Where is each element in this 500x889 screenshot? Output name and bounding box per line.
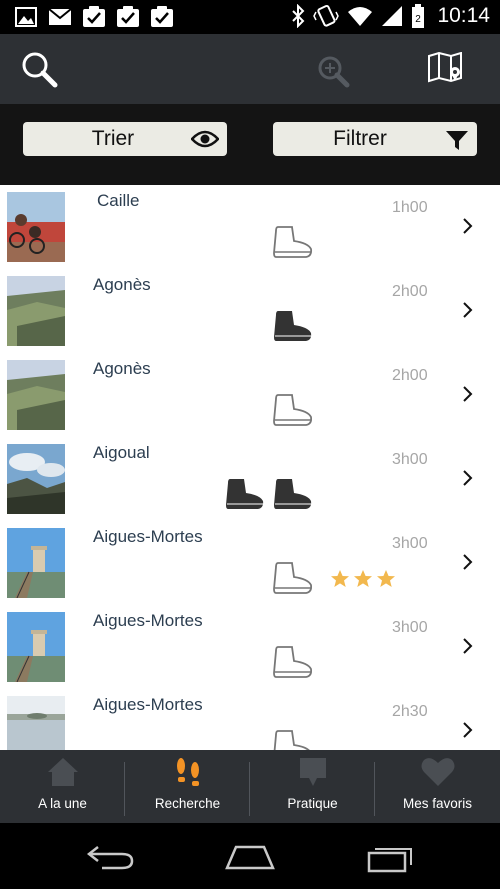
footsteps-icon — [176, 758, 199, 786]
trail-duration: 3h00 — [392, 535, 428, 552]
trail-row[interactable]: Aigues-Mortes 3h00 — [0, 605, 500, 689]
filter-button[interactable]: Filtrer — [273, 122, 477, 156]
image-icon — [15, 7, 37, 27]
trail-row[interactable]: Agonès 2h00 — [0, 269, 500, 353]
eye-icon — [191, 130, 219, 148]
trail-name: Aigoual — [93, 443, 150, 462]
tab-label: Recherche — [154, 796, 221, 811]
system-nav-bar — [0, 823, 500, 889]
trail-thumbnail — [7, 276, 65, 346]
star-icon — [331, 570, 349, 587]
boot-outline-icon — [273, 226, 313, 258]
search-icon[interactable] — [20, 50, 60, 90]
wifi-icon — [348, 7, 373, 26]
trail-row[interactable]: Aigues-Mortes 2h30 — [0, 689, 500, 750]
trail-thumbnail — [7, 360, 65, 430]
tab-label: Mes favoris — [402, 796, 473, 811]
difficulty-indicator — [272, 561, 314, 595]
trail-duration: 3h00 — [392, 451, 428, 468]
chevron-right-icon[interactable] — [462, 721, 474, 739]
trail-row[interactable]: Aigues-Mortes 3h00 — [0, 521, 500, 605]
boot-filled-icon — [274, 479, 312, 509]
trail-duration: 2h00 — [392, 367, 428, 384]
tab-recherche[interactable]: Recherche — [125, 750, 250, 823]
boot-outline-icon — [273, 646, 313, 678]
check-icon — [151, 6, 173, 27]
filter-funnel-icon — [446, 131, 468, 150]
tab-mes-favoris[interactable]: Mes favoris — [375, 750, 500, 823]
battery-icon: 2 — [412, 4, 425, 28]
trail-duration: 3h00 — [392, 619, 428, 636]
trail-duration: 2h30 — [392, 703, 428, 720]
boot-outline-icon — [273, 730, 310, 750]
difficulty-indicator — [272, 225, 314, 259]
bluetooth-icon — [292, 4, 305, 28]
difficulty-indicator — [272, 393, 314, 427]
trail-row[interactable]: Aigoual 3h00 — [0, 437, 500, 521]
heart-icon — [421, 758, 454, 786]
chevron-right-icon[interactable] — [462, 469, 474, 487]
trail-thumbnail — [7, 192, 65, 262]
vibrate-icon — [313, 4, 340, 27]
zoom-in-icon[interactable] — [316, 54, 352, 90]
trail-name: Aigues-Mortes — [93, 695, 203, 714]
sort-button-label: Trier — [91, 127, 135, 150]
trail-duration: 2h00 — [392, 283, 428, 300]
chevron-right-icon[interactable] — [462, 637, 474, 655]
speech-bubble-icon — [299, 758, 326, 786]
trail-name: Agonès — [93, 275, 151, 294]
tab-pratique[interactable]: Pratique — [250, 750, 375, 823]
star-icon — [377, 570, 395, 587]
chevron-right-icon[interactable] — [462, 301, 474, 319]
trail-thumbnail — [7, 444, 65, 514]
back-icon[interactable] — [86, 843, 136, 871]
map-icon[interactable] — [427, 52, 463, 84]
status-bar: 2 10:14 — [0, 0, 500, 34]
trail-thumbnail — [7, 696, 65, 750]
tab-label: A la une — [38, 796, 87, 811]
home-icon — [47, 758, 78, 786]
difficulty-indicator — [272, 309, 314, 343]
trail-list[interactable]: Caille 1h00 Agonès 2h00 Agonès 2h00 Aigo… — [0, 185, 500, 750]
sort-filter-bar: Trier Filtrer — [0, 104, 500, 185]
difficulty-indicator — [224, 477, 314, 511]
trail-thumbnail — [7, 612, 65, 682]
chevron-right-icon[interactable] — [462, 553, 474, 571]
bottom-tab-bar: A la une Recherche Pratique Mes favoris — [0, 750, 500, 823]
sort-button[interactable]: Trier — [23, 122, 227, 156]
trail-name: Aigues-Mortes — [93, 527, 203, 546]
top-toolbar — [0, 34, 500, 104]
trail-thumbnail — [7, 528, 65, 598]
boot-outline-icon — [273, 394, 313, 426]
difficulty-indicator — [272, 729, 314, 750]
check-icon — [83, 6, 105, 27]
clock: 10:14 — [437, 4, 490, 27]
home-button-icon[interactable] — [224, 843, 276, 871]
chevron-right-icon[interactable] — [462, 385, 474, 403]
trail-row[interactable]: Caille 1h00 — [0, 185, 500, 269]
boot-outline-icon — [273, 562, 313, 594]
rating-stars — [330, 569, 396, 589]
tab-a-la-une[interactable]: A la une — [0, 750, 125, 823]
tab-label: Pratique — [287, 796, 338, 811]
filter-button-label: Filtrer — [333, 127, 387, 150]
signal-icon — [382, 6, 403, 26]
trail-row[interactable]: Agonès 2h00 — [0, 353, 500, 437]
trail-name: Aigues-Mortes — [93, 611, 203, 630]
trail-name: Caille — [97, 191, 140, 210]
star-icon — [354, 570, 372, 587]
boot-filled-icon — [274, 311, 312, 341]
boot-filled-icon — [226, 479, 264, 509]
difficulty-indicator — [272, 645, 314, 679]
svg-text:2: 2 — [416, 14, 422, 25]
chevron-right-icon[interactable] — [462, 217, 474, 235]
recent-apps-icon[interactable] — [366, 843, 416, 873]
mail-icon — [48, 8, 72, 25]
trail-name: Agonès — [93, 359, 151, 378]
check-icon — [117, 6, 139, 27]
trail-duration: 1h00 — [392, 199, 428, 216]
